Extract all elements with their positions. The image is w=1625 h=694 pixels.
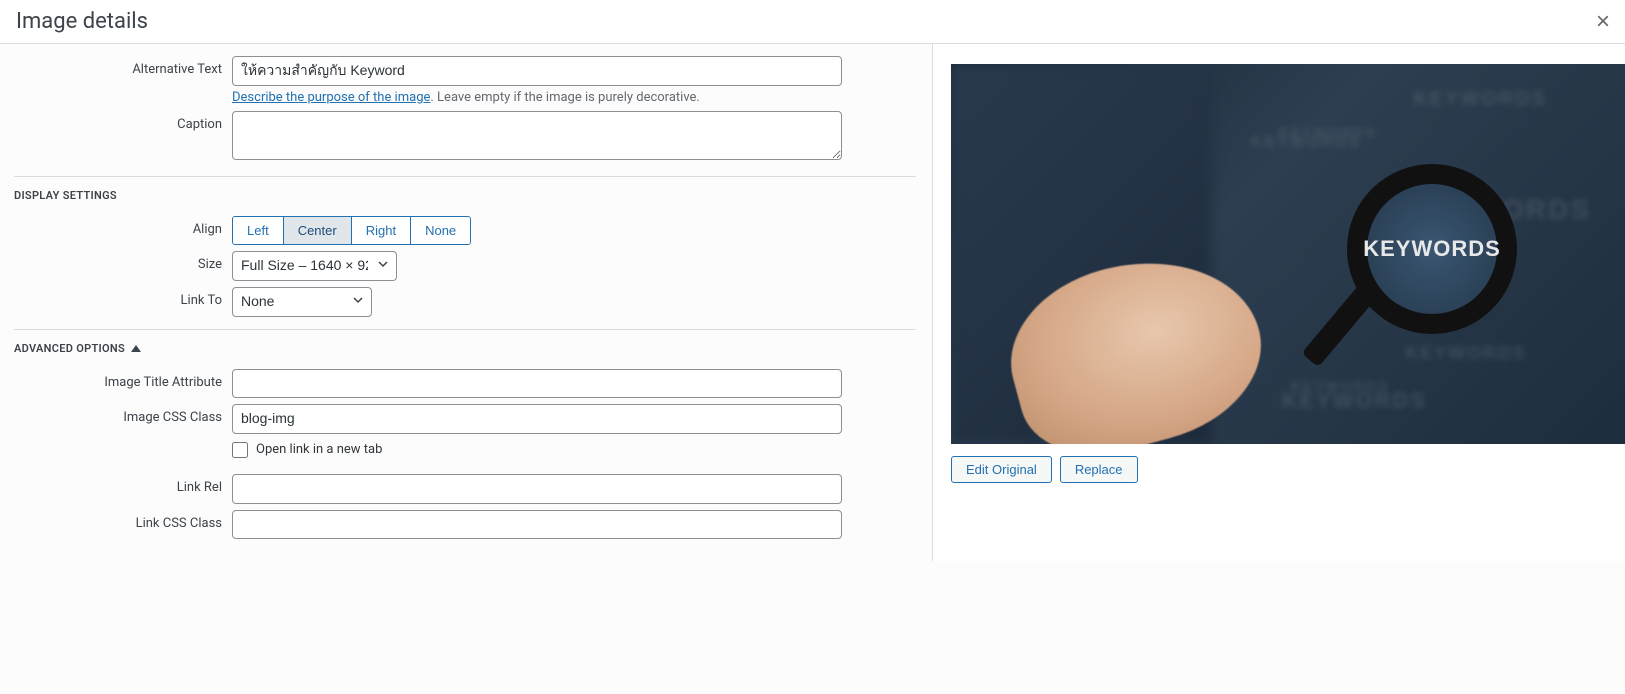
modal-header: Image details ×	[0, 0, 1625, 44]
size-row: Size Full Size – 1640 × 924	[14, 251, 916, 281]
align-row: Align Left Center Right None	[14, 216, 916, 245]
alt-text-row: Alternative Text Describe the purpose of…	[14, 56, 916, 105]
replace-button[interactable]: Replace	[1060, 456, 1138, 483]
image-title-attr-label: Image Title Attribute	[14, 369, 232, 390]
link-to-select[interactable]: None	[232, 287, 372, 317]
close-button[interactable]: ×	[1581, 0, 1625, 44]
caption-row: Caption	[14, 111, 916, 164]
alt-help-text: Describe the purpose of the image. Leave…	[232, 90, 842, 105]
caret-up-icon	[131, 345, 141, 352]
settings-panel: Alternative Text Describe the purpose of…	[0, 44, 933, 561]
align-left-button[interactable]: Left	[233, 217, 284, 244]
open-new-tab-row: Open link in a new tab	[14, 440, 916, 468]
align-center-button[interactable]: Center	[284, 217, 352, 244]
divider	[14, 329, 916, 330]
edit-original-button[interactable]: Edit Original	[951, 456, 1052, 483]
size-label: Size	[14, 251, 232, 272]
alt-text-label: Alternative Text	[14, 56, 232, 77]
link-to-row: Link To None	[14, 287, 916, 317]
caption-textarea[interactable]	[232, 111, 842, 160]
image-preview: KEYWORDS KEYWORDS KEYWORDS KEYWORDS KEYW…	[951, 64, 1625, 444]
image-css-class-input[interactable]	[232, 404, 842, 434]
link-to-label: Link To	[14, 287, 232, 308]
modal-title: Image details	[0, 0, 164, 44]
align-none-button[interactable]: None	[411, 217, 470, 244]
advanced-options-toggle[interactable]: ADVANCED OPTIONS	[14, 342, 916, 355]
image-title-attr-input[interactable]	[232, 369, 842, 399]
close-icon: ×	[1596, 8, 1610, 36]
size-select[interactable]: Full Size – 1640 × 924	[232, 251, 397, 281]
link-rel-row: Link Rel	[14, 474, 916, 504]
image-css-class-label: Image CSS Class	[14, 404, 232, 425]
link-css-class-row: Link CSS Class	[14, 510, 916, 540]
preview-actions: Edit Original Replace	[951, 456, 1607, 483]
image-css-class-row: Image CSS Class	[14, 404, 916, 434]
alt-help-rest: . Leave empty if the image is purely dec…	[430, 90, 699, 105]
align-button-group: Left Center Right None	[232, 216, 471, 245]
preview-panel: KEYWORDS KEYWORDS KEYWORDS KEYWORDS KEYW…	[933, 44, 1625, 561]
link-css-class-label: Link CSS Class	[14, 510, 232, 531]
caption-label: Caption	[14, 111, 232, 132]
link-rel-label: Link Rel	[14, 474, 232, 495]
image-title-attr-row: Image Title Attribute	[14, 369, 916, 399]
align-right-button[interactable]: Right	[352, 217, 411, 244]
modal-body: Alternative Text Describe the purpose of…	[0, 44, 1625, 561]
alt-text-input[interactable]	[232, 56, 842, 86]
align-label: Align	[14, 216, 232, 237]
alt-help-link[interactable]: Describe the purpose of the image	[232, 90, 430, 105]
divider	[14, 176, 916, 177]
open-new-tab-checkbox[interactable]	[232, 442, 248, 458]
open-new-tab-label: Open link in a new tab	[256, 442, 382, 457]
display-settings-heading: DISPLAY SETTINGS	[14, 189, 916, 202]
link-rel-input[interactable]	[232, 474, 842, 504]
advanced-options-label: ADVANCED OPTIONS	[14, 342, 125, 355]
link-css-class-input[interactable]	[232, 510, 842, 540]
